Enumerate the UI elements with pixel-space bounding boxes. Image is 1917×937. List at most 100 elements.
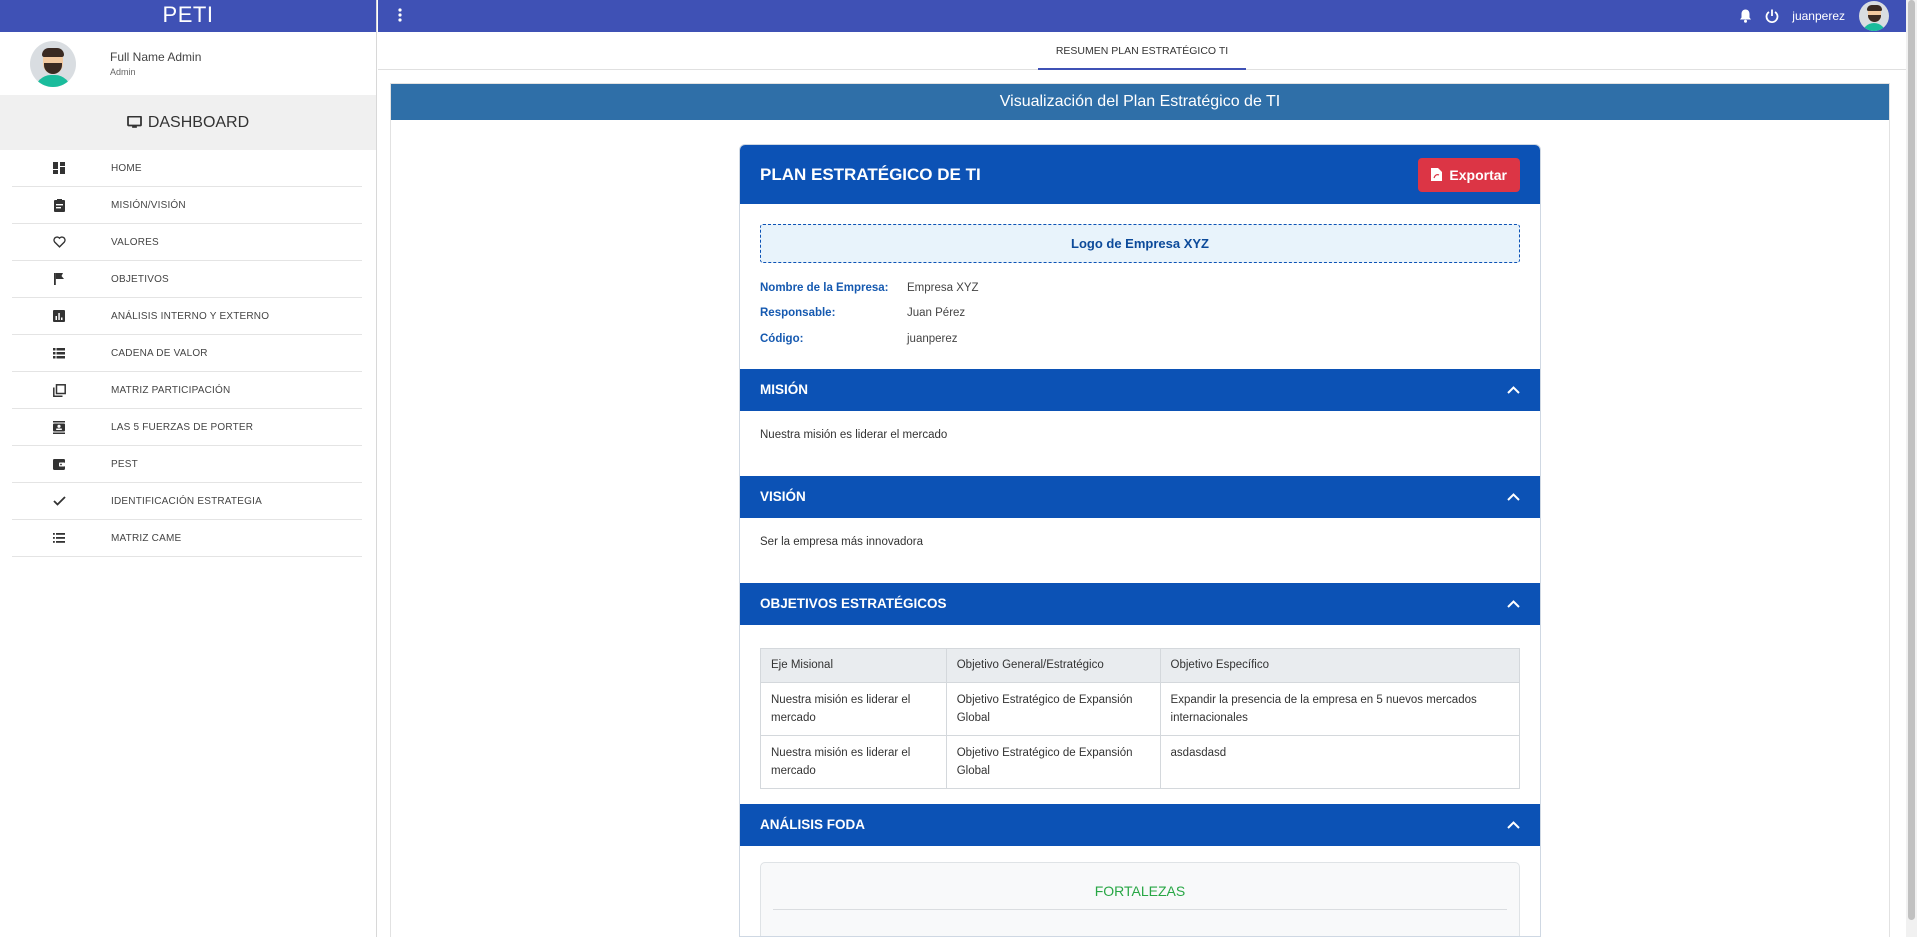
vision-text: Ser la empresa más innovadora: [760, 535, 923, 548]
sidebar: PETI Full Name Admin Admin DASHBOARD HOM…: [0, 0, 377, 937]
plan-title: PLAN ESTRATÉGICO DE TI: [760, 164, 981, 184]
sidebar-item-porter[interactable]: LAS 5 FUERZAS DE PORTER: [12, 409, 362, 446]
sidebar-item-label: PEST: [111, 458, 138, 470]
copy-icon: [47, 383, 71, 397]
section-title: ANÁLISIS FODA: [760, 817, 866, 832]
chevron-up-icon: [1507, 385, 1520, 394]
chevron-up-icon: [1507, 599, 1520, 608]
chevron-up-icon: [1507, 492, 1520, 501]
dashboard-grid-icon: [47, 162, 71, 174]
sidebar-item-label: IDENTIFICACIÓN ESTRATEGIA: [111, 495, 262, 507]
sidebar-item-cadena-valor[interactable]: CADENA DE VALOR: [12, 335, 362, 372]
table-cell: asdasdasd: [1159, 734, 1521, 789]
sidebar-item-label: MISIÓN/VISIÓN: [111, 199, 186, 211]
sidebar-item-label: MATRIZ CAME: [111, 532, 182, 544]
sidebar-item-valores[interactable]: VALORES: [12, 224, 362, 261]
column-header: Eje Misional: [760, 647, 947, 683]
fortalezas-box: FORTALEZAS: [760, 861, 1520, 936]
section-title: OBJETIVOS ESTRATÉGICOS: [760, 596, 947, 611]
company-info: Logo de Empresa XYZ Nombre de la Empresa…: [740, 204, 1540, 352]
avatar[interactable]: [30, 40, 76, 87]
bar-chart-icon: [47, 310, 71, 322]
page-scrollbar[interactable]: [1906, 0, 1917, 937]
sidebar-item-label: HOME: [111, 162, 142, 174]
mision-text: Nuestra misión es liderar el mercado: [760, 428, 948, 441]
pdf-icon: [1431, 168, 1443, 181]
power-icon[interactable]: [1765, 9, 1779, 23]
sidebar-nav: HOME MISIÓN/VISIÓN VALORES OBJETIVOS ANÁ…: [0, 150, 376, 557]
info-value: Juan Pérez: [907, 307, 966, 320]
flag-icon: [47, 273, 71, 285]
sidebar-item-label: ANÁLISIS INTERNO Y EXTERNO: [111, 310, 270, 322]
monitor-icon: [126, 116, 142, 128]
info-key: Código:: [760, 332, 804, 345]
section-vision-header[interactable]: VISIÓN: [740, 475, 1540, 518]
sidebar-item-label: MATRIZ PARTICIPACIÓN: [111, 384, 231, 396]
contact-card-icon: [47, 420, 71, 434]
scrollbar-thumb[interactable]: [1908, 0, 1915, 920]
sidebar-item-pest[interactable]: PEST: [12, 446, 362, 483]
table-cell: Nuestra misión es liderar el mercado: [760, 681, 947, 736]
column-header: Objetivo General/Estratégico: [945, 647, 1161, 683]
info-row-codigo: Código: juanperez: [760, 326, 1520, 352]
plan-card: PLAN ESTRATÉGICO DE TI Exportar Logo de …: [739, 144, 1541, 937]
table-cell: Objetivo Estratégico de Expansión Global: [945, 734, 1161, 789]
export-label: Exportar: [1449, 166, 1507, 183]
brand-logo[interactable]: PETI: [0, 0, 376, 32]
bulleted-list-icon: [47, 533, 71, 543]
section-foda-header[interactable]: ANÁLISIS FODA: [740, 803, 1540, 846]
sidebar-item-identificacion[interactable]: IDENTIFICACIÓN ESTRATEGIA: [12, 483, 362, 520]
section-title: MISIÓN: [760, 382, 809, 397]
section-objetivos-header[interactable]: OBJETIVOS ESTRATÉGICOS: [740, 582, 1540, 625]
sidebar-item-label: OBJETIVOS: [111, 273, 169, 285]
sidebar-item-analisis[interactable]: ANÁLISIS INTERNO Y EXTERNO: [12, 298, 362, 335]
sidebar-item-label: CADENA DE VALOR: [111, 347, 208, 359]
sidebar-item-label: LAS 5 FUERZAS DE PORTER: [111, 421, 254, 433]
section-title: VISIÓN: [760, 489, 806, 504]
company-logo-placeholder: Logo de Empresa XYZ: [760, 224, 1520, 263]
table-cell: Objetivo Estratégico de Expansión Global: [945, 681, 1161, 736]
panel-title: Visualización del Plan Estratégico de TI: [391, 84, 1889, 120]
clipboard-icon: [47, 198, 71, 212]
top-bar: juanperez: [378, 0, 1917, 32]
wallet-icon: [47, 458, 71, 470]
sidebar-item-home[interactable]: HOME: [12, 150, 362, 187]
user-role: Admin: [110, 67, 136, 77]
info-row-company: Nombre de la Empresa: Empresa XYZ: [760, 275, 1520, 301]
info-key: Nombre de la Empresa:: [760, 281, 889, 294]
info-key: Responsable:: [760, 307, 836, 320]
table-row: Nuestra misión es liderar el mercado Obj…: [760, 681, 1521, 736]
more-vert-icon[interactable]: [398, 8, 402, 27]
dashboard-header[interactable]: DASHBOARD: [0, 95, 376, 150]
sidebar-item-mision-vision[interactable]: MISIÓN/VISIÓN: [12, 187, 362, 224]
sidebar-item-objetivos[interactable]: OBJETIVOS: [12, 261, 362, 298]
plan-header: PLAN ESTRATÉGICO DE TI Exportar: [740, 145, 1540, 204]
user-profile: Full Name Admin Admin: [0, 32, 376, 95]
avatar[interactable]: [1859, 1, 1889, 31]
chevron-up-icon: [1507, 820, 1520, 829]
check-icon: [47, 496, 71, 506]
tab-resumen-plan[interactable]: RESUMEN PLAN ESTRATÉGICO TI: [1037, 32, 1247, 70]
list-icon: [47, 347, 71, 359]
column-header: Objetivo Específico: [1159, 647, 1521, 683]
sidebar-item-label: VALORES: [111, 236, 159, 248]
info-value: Empresa XYZ: [907, 281, 979, 294]
dashboard-label: DASHBOARD: [147, 113, 250, 131]
section-mision-header[interactable]: MISIÓN: [740, 368, 1540, 411]
tab-bar: RESUMEN PLAN ESTRATÉGICO TI: [378, 32, 1906, 70]
table-cell: Expandir la presencia de la empresa en 5…: [1159, 681, 1521, 736]
info-row-responsable: Responsable: Juan Pérez: [760, 301, 1520, 327]
fortalezas-title: FORTALEZAS: [773, 863, 1507, 910]
info-value: juanperez: [907, 332, 958, 345]
sidebar-item-matriz-participacion[interactable]: MATRIZ PARTICIPACIÓN: [12, 372, 362, 409]
table-header-row: Eje Misional Objetivo General/Estratégic…: [760, 647, 1521, 683]
sidebar-item-matriz-came[interactable]: MATRIZ CAME: [12, 520, 362, 557]
export-button[interactable]: Exportar: [1418, 157, 1520, 192]
table-row: Nuestra misión es liderar el mercado Obj…: [760, 734, 1521, 789]
user-full-name: Full Name Admin: [110, 50, 202, 64]
bell-icon[interactable]: [1739, 9, 1752, 23]
objetivos-table: Eje Misional Objetivo General/Estratégic…: [760, 647, 1521, 789]
top-username[interactable]: juanperez: [1792, 9, 1845, 23]
table-cell: Nuestra misión es liderar el mercado: [760, 734, 947, 789]
heart-icon: [47, 236, 71, 248]
